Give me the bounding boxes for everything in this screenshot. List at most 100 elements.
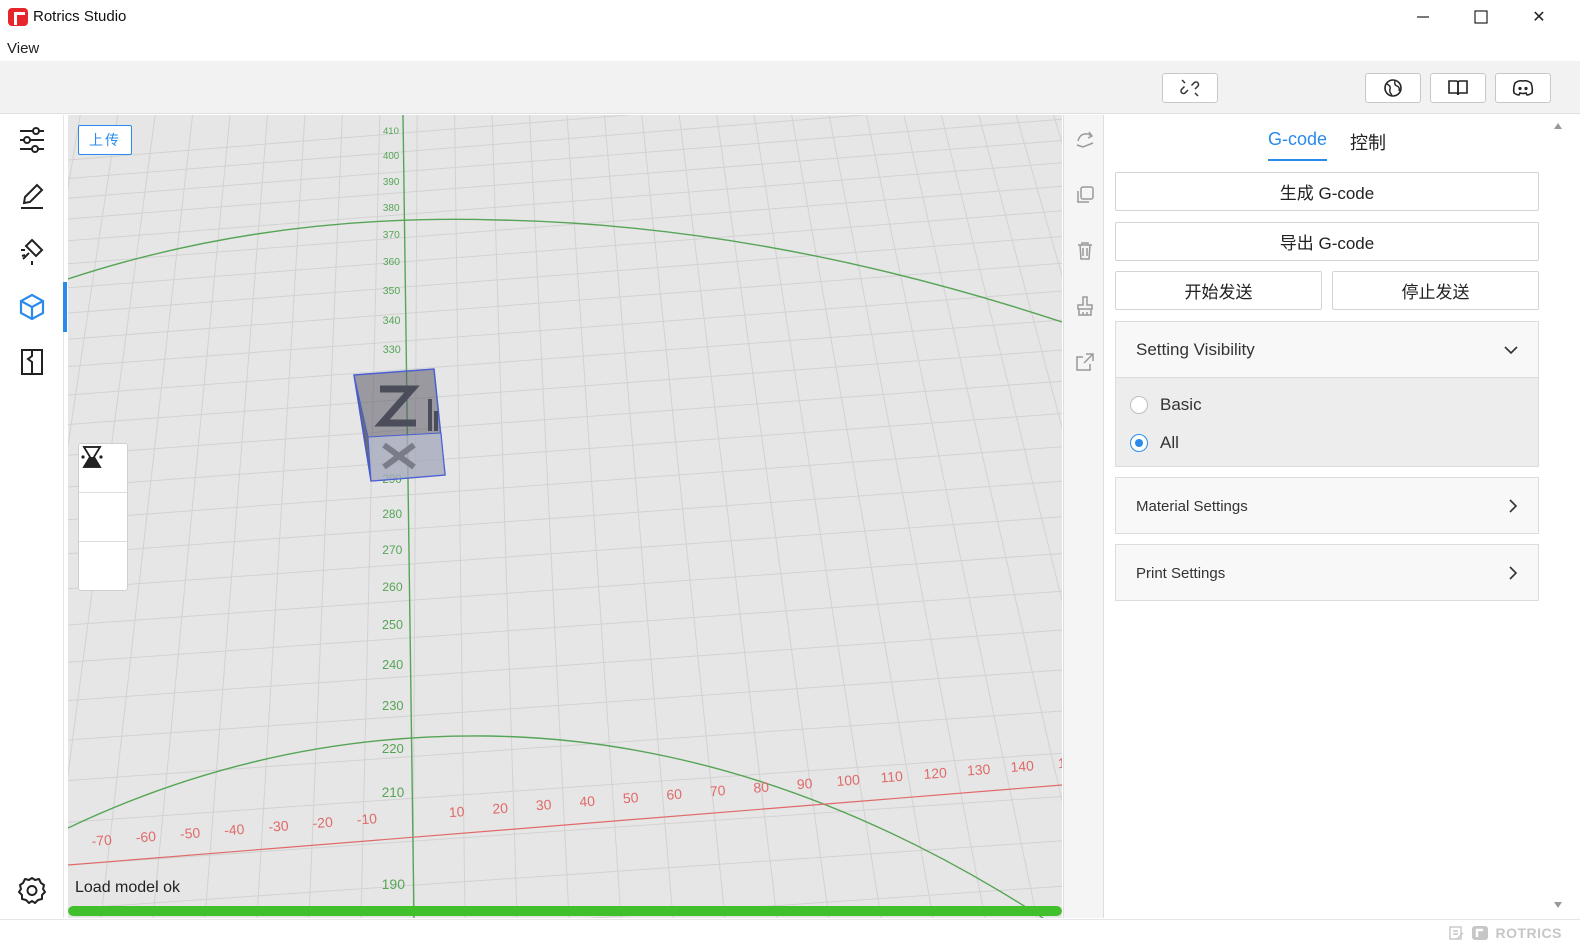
left-sidebar — [0, 115, 64, 918]
y-tick-label: 220 — [382, 741, 404, 756]
broken-link-icon — [1180, 79, 1200, 97]
radio-all[interactable]: All — [1116, 424, 1538, 462]
progress-bar — [68, 906, 1062, 916]
rotate-button[interactable] — [1064, 120, 1105, 160]
globe-icon — [1384, 79, 1402, 97]
copy-icon — [1076, 186, 1094, 203]
x-tick-label: 80 — [753, 779, 770, 796]
tab-gcode[interactable]: G-code — [1268, 129, 1328, 161]
3d-viewport[interactable]: 1902102202302402502602702802903303403503… — [68, 115, 1062, 918]
y-tick-label: 270 — [382, 543, 402, 557]
y-tick-label: 280 — [382, 507, 402, 521]
x-tick-label: 70 — [709, 782, 726, 799]
view-tools-panel — [78, 443, 128, 591]
y-tick-label: 250 — [382, 618, 403, 632]
y-tick-label: 340 — [383, 315, 401, 327]
export-gcode-button[interactable]: 导出 G-code — [1115, 222, 1539, 261]
x-tick-label: -60 — [135, 828, 157, 845]
scroll-down-arrow-icon[interactable] — [1554, 902, 1562, 908]
sidebar-item-settings-3dp[interactable] — [0, 115, 64, 165]
menu-view[interactable]: View — [7, 40, 39, 57]
radio-basic-circle[interactable] — [1130, 396, 1148, 414]
radio-basic[interactable]: Basic — [1116, 386, 1538, 424]
settings-icon — [18, 877, 46, 904]
pen-icon — [21, 183, 44, 209]
x-tick-label: 130 — [966, 761, 991, 779]
y-tick-label: 230 — [382, 698, 404, 713]
y-tick-label: 240 — [382, 658, 403, 672]
website-button[interactable] — [1365, 73, 1421, 103]
y-tick-label: 360 — [383, 257, 400, 268]
stop-send-button[interactable]: 停止发送 — [1332, 271, 1539, 310]
minimize-button-real[interactable] — [1394, 0, 1452, 34]
x-tick-label: 140 — [1010, 757, 1035, 775]
scroll-up-arrow-icon[interactable] — [1554, 123, 1562, 129]
start-send-button[interactable]: 开始发送 — [1115, 271, 1322, 310]
panel-scrollbar[interactable] — [1551, 115, 1568, 918]
right-panel: G-code 控制 生成 G-code 导出 G-code 开始发送 停止发送 … — [1105, 115, 1551, 918]
upload-button[interactable]: 上传 — [78, 125, 132, 155]
x-tick-label: -30 — [268, 817, 290, 834]
disconnect-button[interactable] — [1162, 73, 1218, 103]
x-tick-label: -70 — [91, 832, 113, 849]
sidebar-item-laser[interactable] — [0, 226, 64, 276]
print-settings-header[interactable]: Print Settings — [1116, 545, 1538, 601]
x-tick-label: 15 — [1057, 754, 1062, 771]
footer-brand-text: ROTRICS — [1495, 925, 1562, 941]
close-button[interactable]: ✕ — [1510, 0, 1568, 34]
radio-all-circle[interactable] — [1130, 434, 1148, 452]
build-plate-scene[interactable]: 1902102202302402502602702802903303403503… — [68, 115, 1062, 918]
x-tick-label: -50 — [179, 824, 201, 841]
y-tick-label: 380 — [383, 203, 400, 214]
status-message: Load model ok — [75, 879, 180, 896]
y-tick-label: 400 — [383, 151, 400, 162]
x-tick-label: 40 — [579, 793, 596, 810]
y-tick-label: 370 — [383, 230, 400, 241]
sidebar-item-3d-print[interactable] — [0, 282, 64, 332]
export-model-button[interactable] — [1064, 342, 1105, 382]
y-tick-label: 350 — [383, 285, 401, 297]
y-tick-label: 210 — [382, 785, 405, 800]
tab-control[interactable]: 控制 — [1350, 129, 1386, 161]
view-side-button[interactable] — [79, 446, 127, 591]
sidebar-item-settings[interactable] — [0, 865, 64, 915]
trash-icon — [1077, 242, 1092, 260]
x-tick-label: -10 — [356, 810, 378, 827]
material-settings-section[interactable]: Material Settings — [1115, 477, 1539, 534]
maximize-button[interactable] — [1452, 0, 1510, 34]
export-icon — [1075, 353, 1094, 371]
minimize-icon — [1417, 16, 1429, 18]
menu-bar: View — [0, 36, 1580, 60]
print-settings-section[interactable]: Print Settings — [1115, 544, 1539, 601]
view-top-button[interactable] — [79, 446, 127, 542]
generate-gcode-button[interactable]: 生成 G-code — [1115, 172, 1539, 211]
discord-button[interactable] — [1495, 73, 1551, 103]
object-toolbar — [1063, 115, 1104, 918]
progress-fill — [68, 906, 1062, 916]
cube-icon — [19, 293, 45, 321]
x-tick-label: 60 — [666, 786, 683, 803]
sidebar-item-write-draw[interactable] — [0, 171, 64, 221]
door-icon — [21, 349, 43, 375]
footer-bar: ROTRICS — [0, 919, 1580, 949]
material-settings-header[interactable]: Material Settings — [1116, 478, 1538, 534]
x-tick-label: 90 — [796, 775, 813, 792]
clear-button[interactable] — [1064, 286, 1105, 326]
view-side-icon — [81, 446, 103, 468]
manual-button[interactable] — [1430, 73, 1486, 103]
x-tick-label: 100 — [836, 771, 861, 789]
sidebar-item-workspace[interactable] — [0, 337, 64, 387]
delete-button[interactable] — [1064, 231, 1105, 271]
rotate-icon — [1076, 131, 1093, 148]
maximize-icon — [1474, 10, 1488, 24]
notepad-icon — [1448, 926, 1463, 940]
radio-basic-label: Basic — [1160, 395, 1202, 414]
duplicate-button[interactable] — [1064, 175, 1105, 215]
y-tick-label: 330 — [383, 344, 401, 356]
book-icon — [1448, 80, 1468, 96]
laser-icon — [21, 238, 44, 265]
chevron-right-icon — [1509, 499, 1518, 513]
setting-visibility-header[interactable]: Setting Visibility — [1116, 322, 1538, 378]
discord-icon — [1512, 79, 1534, 96]
x-tick-label: -40 — [224, 821, 246, 838]
